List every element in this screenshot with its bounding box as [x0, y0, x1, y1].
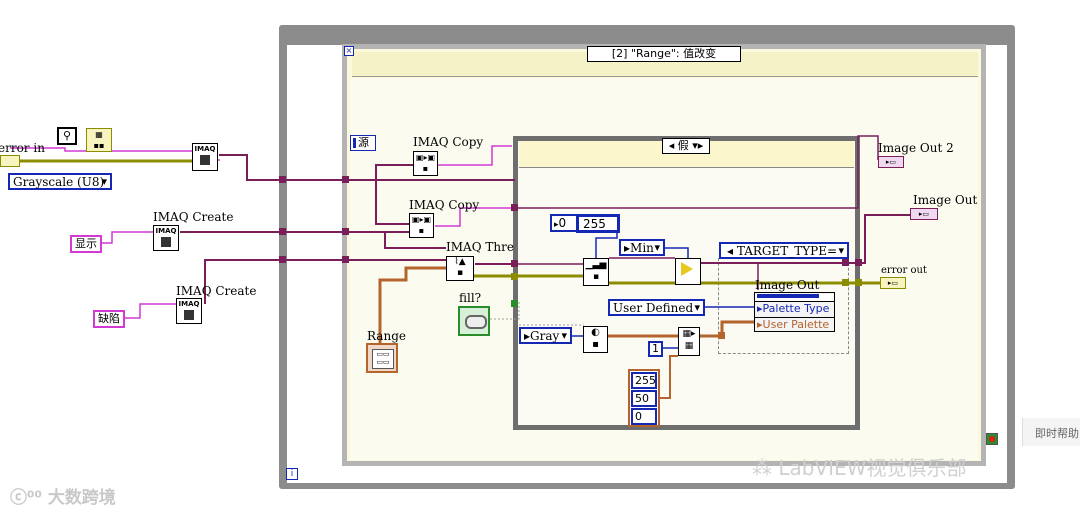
const-zero-value: 0: [558, 216, 567, 230]
gray-ring[interactable]: ▸Gray: [519, 327, 572, 344]
build-array-node[interactable]: ▦▸ ▦: [678, 327, 700, 356]
watermark-bottom-left: ⓒ⁰⁰ 大数跨境: [10, 488, 116, 508]
min-ring-value: Min: [630, 241, 654, 255]
imaq-create-2-label: IMAQ Create: [176, 284, 257, 298]
const-one[interactable]: 1: [648, 341, 663, 357]
imaq-top-label: IMAQ: [194, 145, 216, 153]
image-out-2-label: Image Out 2: [878, 141, 954, 155]
tunnel-image-in-2: [511, 260, 518, 267]
ni-logo-icon: ⚲: [57, 127, 77, 145]
imaq-threshold-node[interactable]: ⌇▲ ▪: [446, 256, 474, 281]
tunnel-image-2: [342, 228, 349, 235]
property-user-palette[interactable]: ▸User Palette: [755, 318, 834, 333]
imaq-copy-2-label: IMAQ Copy: [409, 198, 480, 212]
wire-layer: [0, 135, 910, 399]
error-in-label: error in: [0, 141, 45, 155]
cluster-constant-icon: ▦ ▪▪: [86, 128, 112, 152]
image-type-ring-value: Grayscale (U8): [13, 175, 105, 189]
copy-icon: ▣▸▣ ▪: [411, 215, 432, 235]
target-type-ring[interactable]: ◂ TARGET_TYPE=: [719, 242, 849, 259]
tunnel-image-out-2: [855, 259, 862, 266]
tunnel-create-1: [279, 228, 286, 235]
error-in-terminal[interactable]: [0, 155, 20, 167]
tunnel-error-in: [511, 273, 518, 280]
imaq-create-2-icon-text: IMAQ: [178, 300, 200, 308]
min-ring[interactable]: ▸Min: [619, 239, 665, 256]
display-name-value: 显示: [75, 237, 97, 250]
imaq-top-node[interactable]: IMAQ: [192, 143, 218, 171]
const-one-value: 1: [652, 342, 659, 355]
string-wire: [102, 231, 153, 244]
imaq-create-1-icon-text: IMAQ: [155, 227, 177, 235]
error-out-label: error out: [881, 265, 927, 276]
array-element-0[interactable]: 255: [631, 372, 657, 389]
fill-label: fill?: [459, 291, 482, 305]
defect-name-constant[interactable]: 缺陷: [93, 310, 125, 328]
threshold-compare-node[interactable]: [675, 258, 701, 285]
tunnel-image-1: [342, 176, 349, 183]
tunnel-fill: [511, 300, 518, 307]
target-type-ring-value: TARGET_TYPE=: [736, 244, 838, 258]
tunnel-create-2: [279, 256, 286, 263]
create-icon: [161, 237, 171, 247]
copy-icon: ▣▸▣ ▪: [415, 153, 436, 173]
fill-boolean-control[interactable]: [458, 306, 490, 336]
user-defined-ring-value: User Defined: [613, 301, 694, 315]
const-zero[interactable]: ▸0: [550, 214, 578, 232]
imaq-create-2-node[interactable]: IMAQ: [176, 298, 202, 324]
image-type-ring[interactable]: Grayscale (U8): [8, 173, 112, 190]
dispose-icon: [200, 155, 210, 165]
array-constant[interactable]: 255 50 0: [628, 369, 660, 427]
tunnel-source: [279, 176, 286, 183]
help-panel-edge: 即时帮助: [1022, 418, 1080, 446]
range-control[interactable]: ▭▭ ▭▭: [366, 343, 398, 373]
palette-node[interactable]: ◐ ▪: [583, 326, 608, 353]
array-element-2[interactable]: 0: [631, 408, 657, 425]
user-defined-ring[interactable]: User Defined: [608, 299, 705, 316]
defect-name-value: 缺陷: [98, 312, 120, 325]
threshold-icon: ⌇▲ ▪: [454, 257, 466, 278]
image-out-2-indicator: ▸▭: [878, 156, 904, 168]
imaq-create-1-node[interactable]: IMAQ: [153, 225, 179, 251]
image-out-indicator: ▸▭: [910, 208, 938, 220]
create-icon: [184, 310, 194, 320]
const-255-value: 255: [583, 217, 606, 231]
histogram-icon: ▁▃▅ ▪: [585, 260, 607, 282]
property-palette-type[interactable]: ▸Palette Type: [755, 302, 834, 318]
error-out-indicator: ▸▭: [880, 277, 906, 289]
tunnel-error-out: [842, 279, 849, 286]
wechat-icon: ⁂: [752, 456, 779, 480]
display-name-constant[interactable]: 显示: [70, 235, 102, 253]
tunnel-array: [718, 332, 725, 339]
imaq-copy-1-node[interactable]: ▣▸▣ ▪: [413, 151, 438, 176]
help-panel-label: 即时帮助: [1035, 427, 1079, 440]
palette-icon: ◐ ▪: [591, 327, 600, 350]
array-element-1[interactable]: 50: [631, 390, 657, 407]
property-node-title: Image Out: [755, 278, 820, 292]
tunnel-image-3: [342, 256, 349, 263]
tunnel-error-out-2: [855, 279, 862, 286]
histogram-node[interactable]: ▁▃▅ ▪: [583, 258, 609, 286]
tunnel-image-out: [842, 259, 849, 266]
imaq-copy-1-label: IMAQ Copy: [413, 135, 484, 149]
image-wire: [219, 154, 515, 181]
range-label: Range: [367, 329, 406, 343]
tunnel-image-in: [511, 204, 518, 211]
image-out-label: Image Out: [913, 193, 978, 207]
compare-icon: [681, 262, 693, 276]
wechat-logo-icon: ⓒ⁰⁰: [10, 488, 48, 508]
imaq-copy-2-node[interactable]: ▣▸▣ ▪: [409, 213, 434, 238]
build-array-icon: ▦▸ ▦: [682, 329, 696, 351]
imaq-threshold-label: IMAQ Thre: [446, 240, 514, 254]
gray-ring-value: Gray: [530, 329, 560, 343]
property-node[interactable]: ▸Palette Type ▸User Palette: [754, 292, 835, 332]
const-255[interactable]: 255: [576, 214, 620, 233]
imaq-create-1-label: IMAQ Create: [153, 210, 234, 224]
watermark-bottom-right: ⁂ LabVIEW视觉俱乐部: [752, 456, 967, 480]
